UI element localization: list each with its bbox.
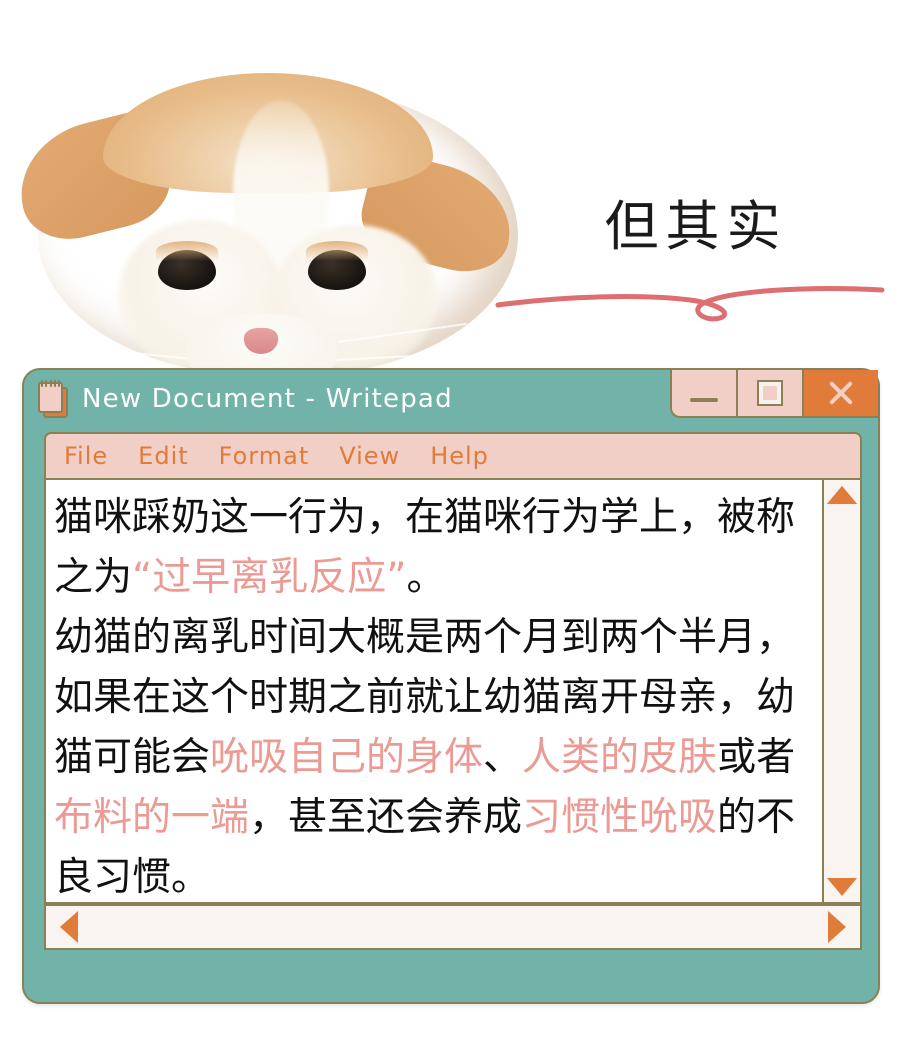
menu-item-format[interactable]: Format <box>219 442 310 470</box>
text-editor-area[interactable]: 猫咪踩奶这一行为，在猫咪行为学上，被称之为“过早离乳反应”。 幼猫的离乳时间大概是… <box>44 480 822 904</box>
menu-item-file[interactable]: File <box>64 442 108 470</box>
cat-eyelid-right <box>306 241 368 261</box>
window-title: New Document - Writepad <box>82 384 453 414</box>
menu-item-help[interactable]: Help <box>430 442 489 470</box>
menu-bar: File Edit Format View Help <box>44 432 862 480</box>
cat-photo <box>6 45 568 393</box>
document-text-plain: 、 <box>483 735 523 781</box>
minimize-button[interactable] <box>672 370 738 416</box>
cat-eyelid-left <box>156 241 218 261</box>
scroll-down-arrow[interactable] <box>827 878 857 896</box>
menu-item-edit[interactable]: Edit <box>138 442 188 470</box>
document-text-highlight: 布料的一端 <box>54 795 250 841</box>
caption-block: 但其实 <box>495 195 886 330</box>
scroll-left-arrow[interactable] <box>60 911 78 943</box>
menu-item-view[interactable]: View <box>339 442 400 470</box>
document-text: 猫咪踩奶这一行为，在猫咪行为学上，被称之为“过早离乳反应”。 幼猫的离乳时间大概是… <box>54 488 816 902</box>
maximize-icon <box>757 380 783 406</box>
maximize-button[interactable] <box>738 370 804 416</box>
window-controls <box>670 370 878 418</box>
close-button[interactable] <box>804 370 878 416</box>
document-text-plain: ，甚至还会养成 <box>249 795 523 841</box>
caption-underline-swash <box>495 286 885 322</box>
meme-header-area: 但其实 <box>0 0 910 400</box>
writepad-window: New Document - Writepad File Edit Format… <box>22 368 880 1004</box>
scroll-up-arrow[interactable] <box>827 486 857 504</box>
document-text-highlight: 吮吸自己的身体 <box>210 735 484 781</box>
document-text-highlight: 习惯性吮吸 <box>522 795 718 841</box>
close-icon <box>826 378 856 408</box>
notepad-icon <box>38 380 68 418</box>
document-panel: 猫咪踩奶这一行为，在猫咪行为学上，被称之为“过早离乳反应”。 幼猫的离乳时间大概是… <box>44 480 862 950</box>
document-text-highlight: 人类的皮肤 <box>522 735 718 781</box>
caption-text: 但其实 <box>604 195 788 258</box>
document-text-highlight: “过早离乳反应” <box>132 555 407 601</box>
scroll-right-arrow[interactable] <box>828 911 846 943</box>
document-text-plain: 或者 <box>717 735 796 781</box>
minimize-icon <box>690 398 718 402</box>
document-text-plain: 。 <box>406 555 446 601</box>
window-title-bar[interactable]: New Document - Writepad <box>24 370 878 428</box>
horizontal-scrollbar[interactable] <box>44 904 862 950</box>
vertical-scrollbar[interactable] <box>822 480 862 904</box>
